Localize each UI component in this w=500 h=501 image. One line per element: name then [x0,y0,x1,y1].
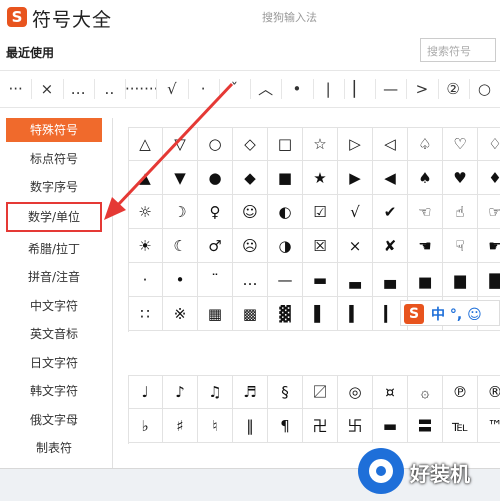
watermark-logo-icon [358,448,404,494]
watermark-text: 好装机 [410,462,470,486]
watermark: 好装机 [358,448,498,496]
annotation-arrow-icon [104,82,234,220]
